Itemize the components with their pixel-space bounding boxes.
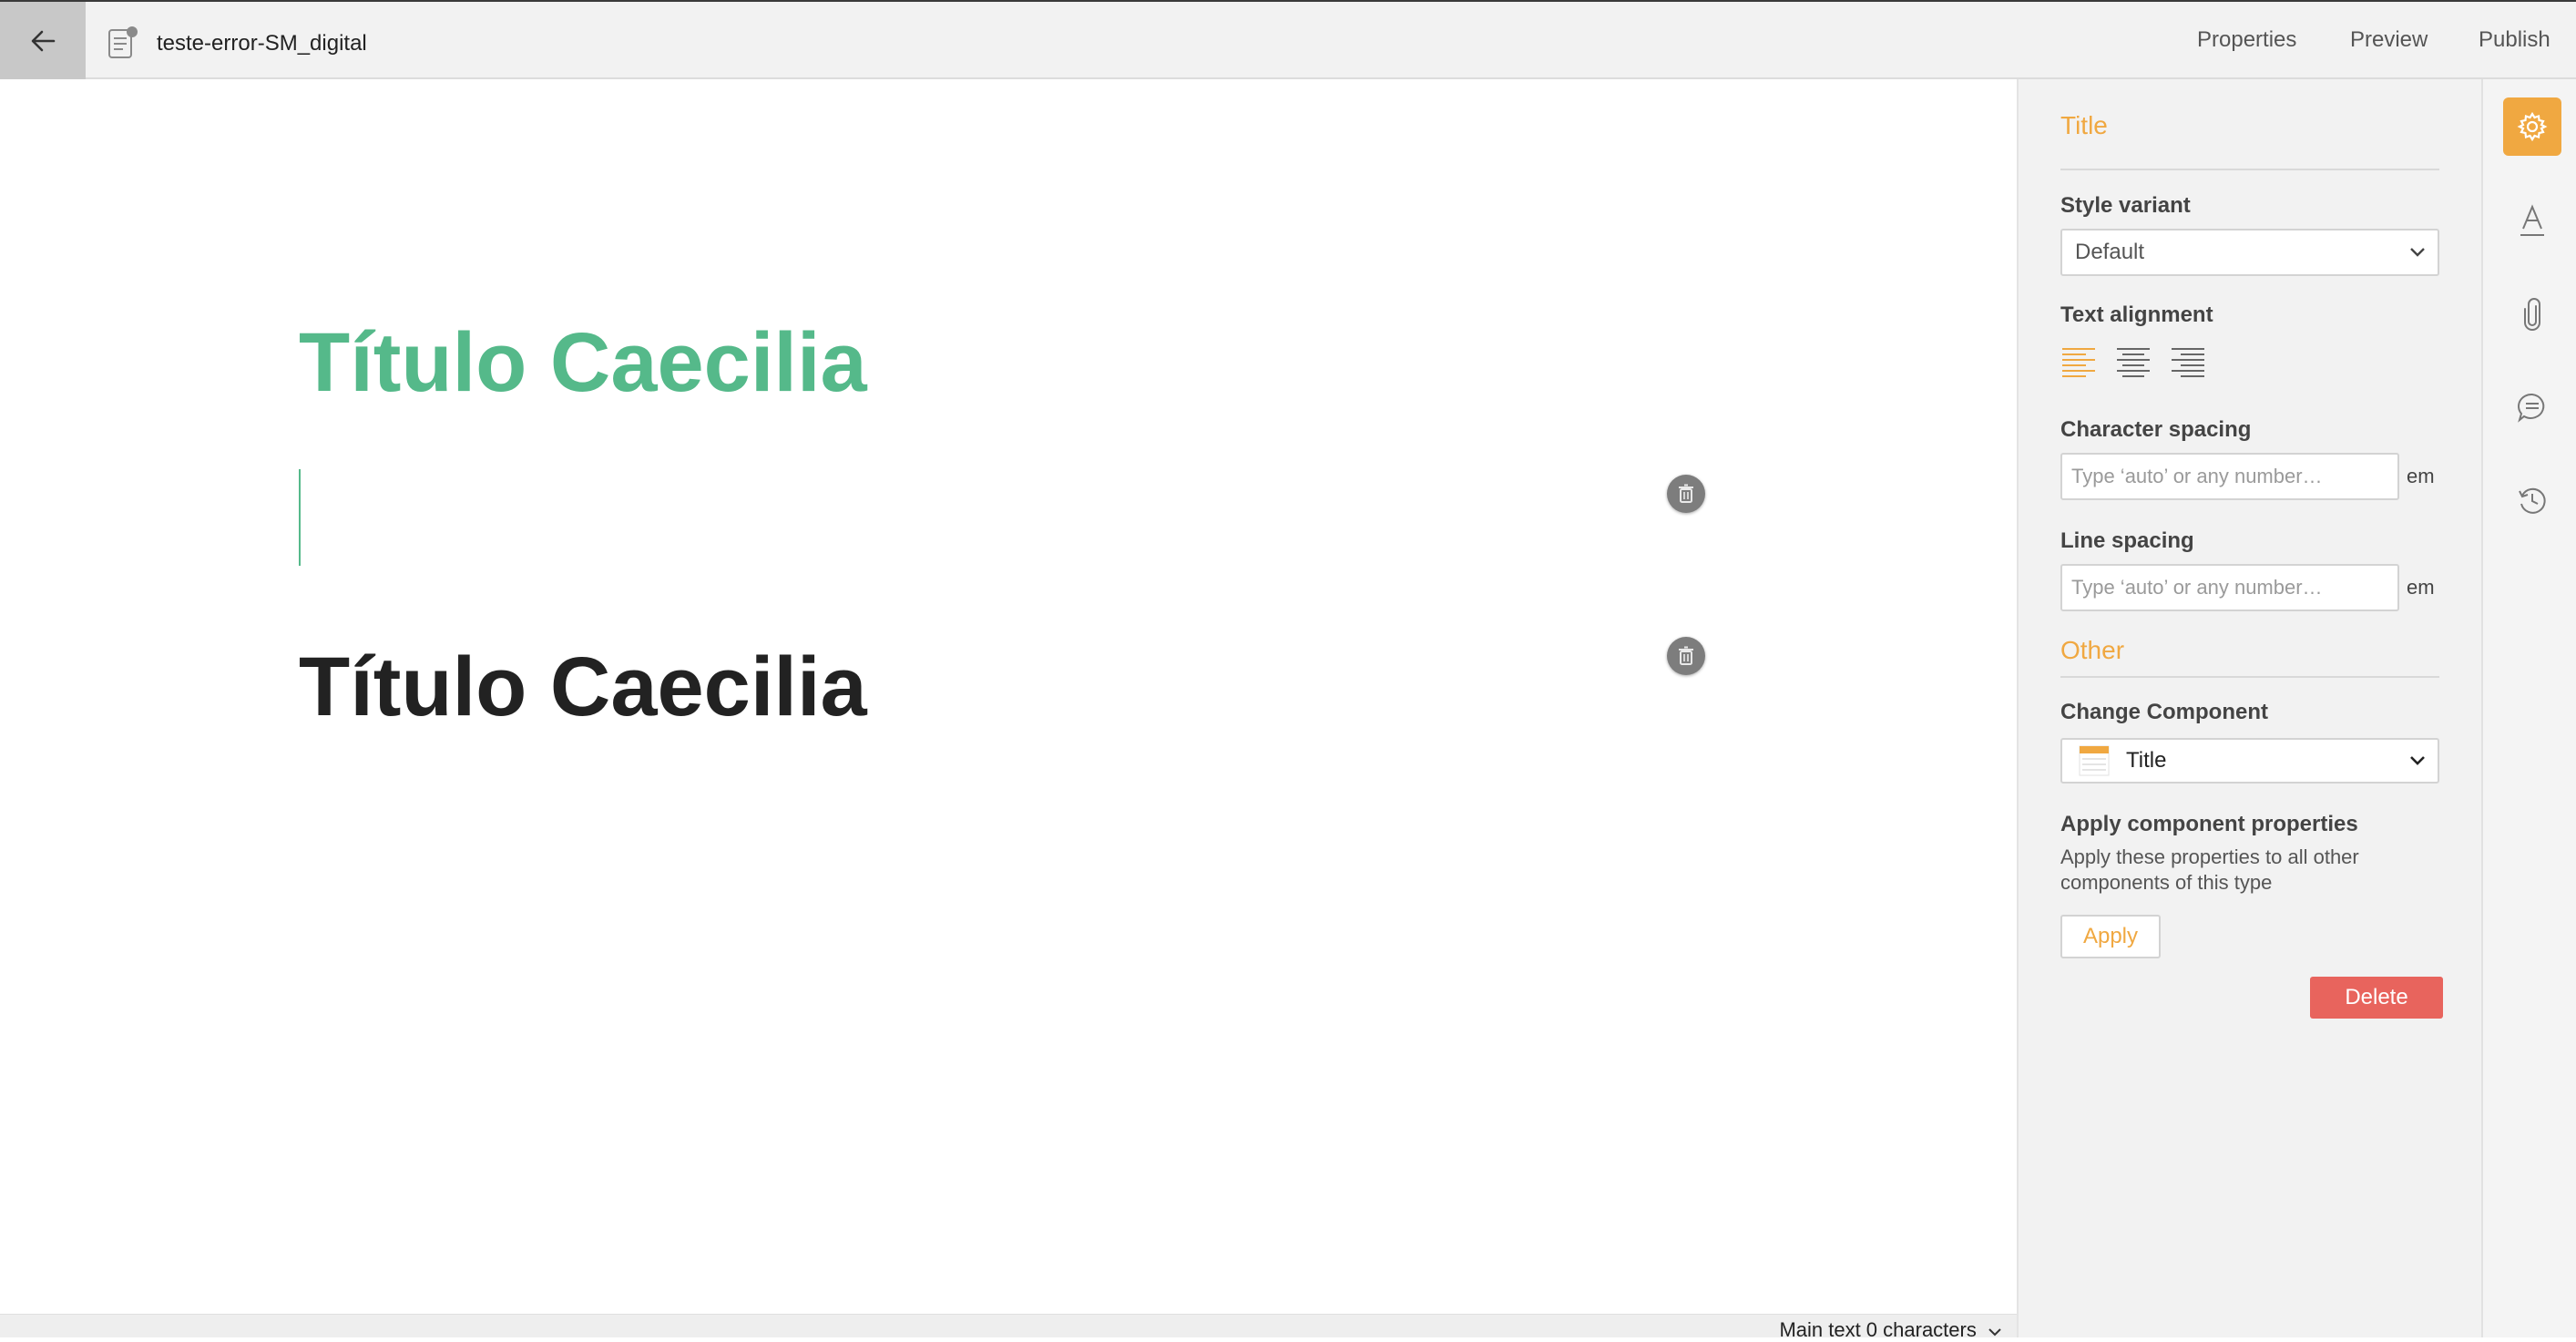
character-spacing-input[interactable] [2060, 453, 2399, 500]
trash-icon [1679, 646, 1693, 665]
text-alignment-label: Text alignment [2060, 302, 2213, 327]
settings-tool-button[interactable] [2503, 97, 2561, 156]
chevron-down-icon [2410, 756, 2425, 765]
text-style-icon [2520, 204, 2544, 236]
delete-component-button[interactable] [1667, 637, 1705, 675]
divider [2060, 169, 2439, 170]
other-section-title: Other [2060, 636, 2125, 664]
apply-button[interactable]: Apply [2060, 915, 2161, 958]
history-tool-button[interactable] [2503, 471, 2561, 529]
apply-properties-description: Apply these properties to all other comp… [2060, 845, 2359, 894]
character-count: Main text 0 characters [1779, 1318, 1977, 1341]
style-variant-select[interactable]: Default [2060, 229, 2439, 276]
gear-icon [2517, 111, 2548, 142]
document-title: teste-error-SM_digital [157, 31, 367, 56]
title-component-selected[interactable]: Título Caecilia [299, 312, 867, 413]
style-variant-label: Style variant [2060, 193, 2191, 218]
apply-properties-label: Apply component properties [2060, 812, 2358, 836]
divider [2060, 676, 2439, 678]
publish-tab[interactable]: Publish [2479, 26, 2550, 55]
status-bar: Main text 0 characters [0, 1314, 2017, 1341]
change-component-label: Change Component [2060, 700, 2268, 724]
line-spacing-unit: em [2407, 576, 2435, 599]
character-count-toggle[interactable]: Main text 0 characters [1779, 1318, 2002, 1342]
attachments-tool-button[interactable] [2503, 285, 2561, 343]
document-icon [108, 26, 138, 58]
history-icon [2519, 487, 2546, 514]
text-cursor [299, 469, 301, 566]
editor-canvas[interactable]: Título Caecilia Título Caecilia [0, 79, 2017, 1314]
chevron-down-icon [2410, 248, 2425, 257]
back-button[interactable] [0, 2, 86, 79]
tool-rail [2481, 79, 2576, 1337]
character-spacing-label: Character spacing [2060, 417, 2252, 442]
align-left-icon[interactable] [2060, 345, 2097, 382]
align-center-icon[interactable] [2115, 345, 2152, 382]
properties-tab[interactable]: Properties [2197, 26, 2296, 55]
comments-tool-button[interactable] [2503, 378, 2561, 436]
chevron-down-icon [1988, 1328, 2001, 1337]
change-component-select[interactable]: Title [2060, 738, 2439, 784]
comment-icon [2518, 393, 2545, 423]
align-right-icon[interactable] [2170, 345, 2206, 382]
change-component-value: Title [2126, 748, 2167, 773]
delete-component-button[interactable] [1667, 475, 1705, 513]
line-spacing-label: Line spacing [2060, 528, 2194, 553]
arrow-left-icon [31, 30, 56, 51]
delete-button[interactable]: Delete [2310, 977, 2443, 1019]
trash-icon [1679, 484, 1693, 503]
text-style-tool-button[interactable] [2503, 192, 2561, 251]
title-component-icon [2079, 745, 2110, 776]
line-spacing-input[interactable] [2060, 564, 2399, 611]
style-variant-value: Default [2075, 240, 2145, 264]
panel-section-title: Title [2060, 111, 2108, 139]
paperclip-icon [2524, 298, 2540, 331]
title-component[interactable]: Título Caecilia [299, 637, 867, 737]
character-spacing-unit: em [2407, 465, 2435, 487]
preview-tab[interactable]: Preview [2350, 26, 2428, 55]
top-bar: teste-error-SM_digital Properties Previe… [0, 0, 2576, 79]
properties-panel: Title Style variant Default Text alignme… [2017, 79, 2481, 1337]
